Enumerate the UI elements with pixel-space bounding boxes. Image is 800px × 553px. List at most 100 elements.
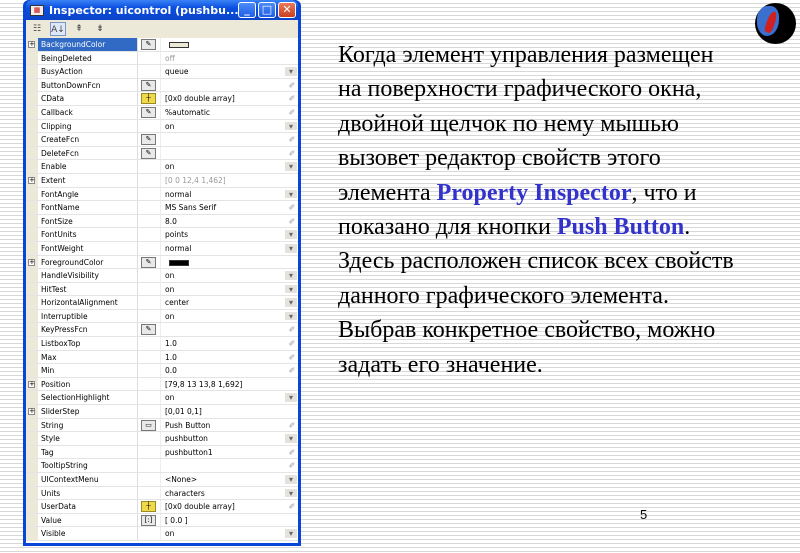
property-value[interactable] xyxy=(161,256,286,269)
dropdown-arrow-icon[interactable]: ▾ xyxy=(285,298,297,307)
dropdown-arrow-icon[interactable]: ▾ xyxy=(285,529,297,538)
property-value[interactable]: off xyxy=(161,52,286,65)
dropdown-arrow-icon[interactable]: ▾ xyxy=(285,284,297,293)
property-row[interactable]: Visible on ▾ xyxy=(26,527,298,541)
dropdown-arrow-icon[interactable]: ▾ xyxy=(285,271,297,280)
property-value[interactable]: 1.0 xyxy=(161,351,286,364)
property-row[interactable]: + Position [79,8 13 13,8 1,692] xyxy=(26,377,298,392)
property-name[interactable]: DeleteFcn xyxy=(38,146,138,160)
property-row[interactable]: + BackgroundColor ✎ xyxy=(26,38,298,52)
property-row[interactable]: HitTest on ▾ xyxy=(26,282,298,297)
property-name[interactable]: Callback xyxy=(38,105,138,119)
callback-editor-icon[interactable]: ✎ xyxy=(141,147,156,159)
property-row[interactable]: KeyPressFcn ✎ ✐ xyxy=(26,323,298,338)
edit-pencil-icon[interactable]: ✐ xyxy=(286,419,298,432)
property-row[interactable]: BeingDeleted off xyxy=(26,51,298,66)
property-name[interactable]: FontUnits xyxy=(38,228,138,241)
property-row[interactable]: Units characters ▾ xyxy=(26,486,298,501)
property-row[interactable]: String ▭ Push Button ✐ xyxy=(26,418,298,433)
dropdown-arrow-icon[interactable]: ▾ xyxy=(285,121,297,130)
expand-all-icon[interactable]: ⇞ xyxy=(71,22,87,36)
alphabetical-sort-icon[interactable]: A↓ xyxy=(50,22,66,36)
property-value[interactable]: [ 0.0 ] xyxy=(161,514,286,527)
property-row[interactable]: Style pushbutton ▾ xyxy=(26,432,298,446)
property-value[interactable]: on xyxy=(161,283,284,296)
property-value[interactable] xyxy=(161,133,286,146)
property-row[interactable]: TooltipString ✐ xyxy=(26,459,298,473)
string-editor-icon[interactable]: ▭ xyxy=(141,419,156,431)
property-row[interactable]: HandleVisibility on ▾ xyxy=(26,269,298,283)
property-value[interactable]: normal xyxy=(161,188,284,201)
property-row[interactable]: BusyAction queue ▾ xyxy=(26,65,298,79)
property-row[interactable]: HorizontalAlignment center ▾ xyxy=(26,296,298,310)
property-name[interactable]: Units xyxy=(38,486,138,500)
dropdown-arrow-icon[interactable]: ▾ xyxy=(285,189,297,198)
property-row[interactable]: UIContextMenu <None> ▾ xyxy=(26,473,298,487)
property-name[interactable]: Position xyxy=(38,377,138,391)
matrix-editor-icon[interactable]: [:] xyxy=(141,514,156,526)
callback-editor-icon[interactable]: ✎ xyxy=(141,106,156,118)
property-name[interactable]: BackgroundColor xyxy=(38,38,138,51)
property-name[interactable]: Extent xyxy=(38,173,138,187)
edit-pencil-icon[interactable]: ✐ xyxy=(286,500,298,513)
property-name[interactable]: Value xyxy=(38,513,138,527)
property-row[interactable]: Max 1.0 ✐ xyxy=(26,350,298,365)
property-row[interactable]: CreateFcn ✎ ✐ xyxy=(26,133,298,147)
property-value[interactable]: [0,01 0,1] xyxy=(161,405,286,418)
property-value[interactable] xyxy=(161,459,286,472)
property-value[interactable]: center xyxy=(161,296,284,309)
property-value[interactable]: points xyxy=(161,228,284,241)
property-value[interactable]: normal xyxy=(161,242,284,255)
expand-icon[interactable]: + xyxy=(28,380,35,388)
property-name[interactable]: SelectionHighlight xyxy=(38,391,138,405)
property-row[interactable]: + Extent [0 0 12,4 1,462] xyxy=(26,173,298,188)
property-name[interactable]: ForegroundColor xyxy=(38,255,138,269)
expand-icon[interactable]: + xyxy=(28,176,35,184)
property-value[interactable]: on xyxy=(161,527,284,540)
property-value[interactable]: <None> xyxy=(161,473,284,486)
property-row[interactable]: DeleteFcn ✎ ✐ xyxy=(26,146,298,161)
edit-pencil-icon[interactable]: ✐ xyxy=(286,215,298,228)
property-row[interactable]: SelectionHighlight on ▾ xyxy=(26,391,298,406)
property-value[interactable]: on xyxy=(161,391,284,404)
property-value[interactable]: 0.0 xyxy=(161,364,286,377)
dropdown-arrow-icon[interactable]: ▾ xyxy=(285,311,297,321)
property-row[interactable]: FontName MS Sans Serif ✐ xyxy=(26,201,298,215)
property-name[interactable]: Enable xyxy=(38,160,138,173)
edit-pencil-icon[interactable]: ✐ xyxy=(286,446,298,459)
property-value[interactable]: Push Button xyxy=(161,419,286,432)
property-name[interactable]: BusyAction xyxy=(38,65,138,78)
expand-icon[interactable]: + xyxy=(28,258,35,266)
property-name[interactable]: HandleVisibility xyxy=(38,269,138,282)
categorized-view-icon[interactable]: ☷ xyxy=(29,22,45,36)
property-row[interactable]: Enable on ▾ xyxy=(26,160,298,174)
property-name[interactable]: BeingDeleted xyxy=(38,51,138,65)
edit-pencil-icon[interactable]: ✐ xyxy=(286,337,298,350)
edit-pencil-icon[interactable]: ✐ xyxy=(286,364,298,377)
callback-editor-icon[interactable]: ✎ xyxy=(141,134,156,146)
property-row[interactable]: UserData ┼ [0x0 double array] ✐ xyxy=(26,500,298,514)
edit-pencil-icon[interactable]: ✐ xyxy=(286,106,298,119)
property-name[interactable]: Tag xyxy=(38,445,138,459)
property-value[interactable]: on xyxy=(161,160,284,173)
property-name[interactable]: FontName xyxy=(38,201,138,214)
edit-pencil-icon[interactable]: ✐ xyxy=(286,351,298,364)
property-row[interactable]: FontUnits points ▾ xyxy=(26,228,298,242)
property-row[interactable]: + SliderStep [0,01 0,1] xyxy=(26,405,298,419)
array-editor-icon[interactable]: ┼ xyxy=(141,501,156,513)
property-name[interactable]: ListboxTop xyxy=(38,337,138,350)
property-row[interactable]: Clipping on ▾ xyxy=(26,119,298,134)
property-value[interactable]: pushbutton1 xyxy=(161,446,286,459)
property-row[interactable]: ListboxTop 1.0 ✐ xyxy=(26,337,298,351)
property-name[interactable]: Min xyxy=(38,364,138,377)
property-value[interactable]: on xyxy=(161,310,284,323)
expand-icon[interactable]: + xyxy=(28,408,35,416)
dropdown-arrow-icon[interactable]: ▾ xyxy=(285,67,297,76)
property-name[interactable]: CreateFcn xyxy=(38,133,138,146)
edit-pencil-icon[interactable]: ✐ xyxy=(286,92,298,105)
property-name[interactable]: UIContextMenu xyxy=(38,473,138,486)
dropdown-arrow-icon[interactable]: ▾ xyxy=(285,475,297,484)
title-bar[interactable]: ▦ Inspector: uicontrol (pushbu... _ □ ✕ xyxy=(26,0,298,20)
property-value[interactable]: 1.0 xyxy=(161,337,286,350)
property-value[interactable] xyxy=(161,147,286,160)
